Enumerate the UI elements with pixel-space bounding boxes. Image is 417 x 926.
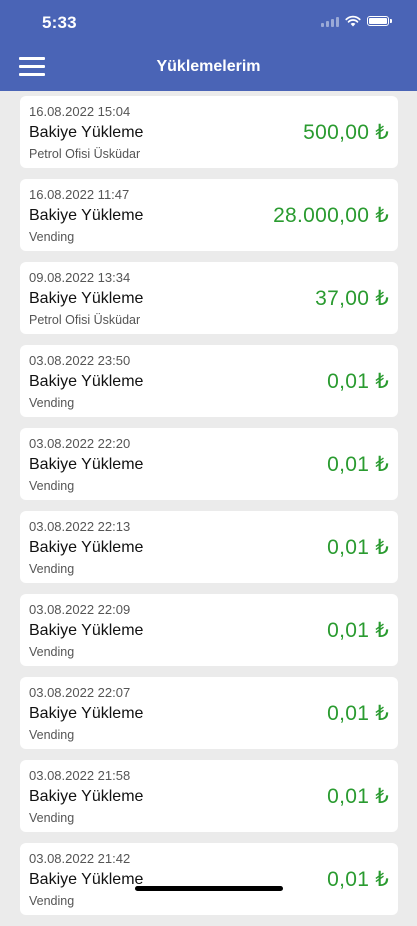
- transaction-type: Bakiye Yükleme: [29, 290, 144, 307]
- transaction-date: 03.08.2022 22:09: [29, 602, 131, 617]
- home-indicator: [135, 886, 283, 891]
- transaction-location: Vending: [29, 894, 75, 908]
- transaction-location: Vending: [29, 562, 75, 576]
- transaction-card[interactable]: 09.08.2022 13:34 Bakiye Yükleme Petrol Ofi…: [20, 262, 398, 334]
- transaction-date: 03.08.2022 22:20: [29, 436, 131, 451]
- transaction-date: 03.08.2022 21:58: [29, 768, 131, 783]
- transaction-date: 16.08.2022 15:04: [29, 104, 131, 119]
- transaction-date: 03.08.2022 23:50: [29, 353, 131, 368]
- transaction-location: Vending: [29, 645, 75, 659]
- transaction-card[interactable]: 03.08.2022 22:09 Bakiye Yükleme Vending 0,0…: [20, 594, 398, 666]
- transaction-card[interactable]: 03.08.2022 23:50 Bakiye Yükleme Vending 0,0…: [20, 345, 398, 417]
- transaction-card[interactable]: 03.08.2022 22:07 Bakiye Yükleme Vending 0,0…: [20, 677, 398, 749]
- transaction-card[interactable]: 03.08.2022 22:20 Bakiye Yükleme Vending 0,0…: [20, 428, 398, 500]
- battery-icon: [367, 16, 392, 26]
- page-title: Yüklemelerim: [156, 58, 261, 75]
- transaction-location: Vending: [29, 479, 75, 493]
- status-time: 5:33: [42, 13, 77, 32]
- transaction-amount: 0,01 ₺: [327, 868, 389, 891]
- transaction-date: 03.08.2022 22:07: [29, 685, 131, 700]
- transaction-type: Bakiye Yükleme: [29, 539, 144, 556]
- transaction-card[interactable]: 03.08.2022 21:42 Bakiye Yükleme Vending 0,0…: [20, 843, 398, 915]
- transaction-amount: 37,00 ₺: [315, 287, 389, 310]
- transaction-amount: 0,01 ₺: [327, 619, 389, 642]
- transaction-date: 09.08.2022 13:34: [29, 270, 131, 285]
- transaction-location: Vending: [29, 811, 75, 825]
- transaction-type: Bakiye Yükleme: [29, 705, 144, 722]
- transaction-amount: 0,01 ₺: [327, 536, 389, 559]
- transaction-amount: 0,01 ₺: [327, 453, 389, 476]
- transaction-location: Vending: [29, 728, 75, 742]
- wifi-icon: [345, 15, 361, 27]
- transaction-type: Bakiye Yükleme: [29, 207, 144, 224]
- transaction-type: Bakiye Yükleme: [29, 124, 144, 141]
- transaction-amount: 28.000,00 ₺: [273, 204, 389, 227]
- signal-icon: [321, 16, 339, 27]
- transaction-amount: 0,01 ₺: [327, 370, 389, 393]
- transaction-date: 03.08.2022 22:13: [29, 519, 131, 534]
- app-header: 5:33 Yüklemelerim: [0, 0, 417, 91]
- transaction-location: Vending: [29, 230, 75, 244]
- transaction-location: Petrol Ofisi Üsküdar: [29, 147, 141, 161]
- transaction-card[interactable]: 03.08.2022 21:58 Bakiye Yükleme Vending 0,0…: [20, 760, 398, 832]
- transaction-date: 16.08.2022 11:47: [29, 187, 130, 202]
- transaction-location: Petrol Ofisi Üsküdar: [29, 313, 141, 327]
- transaction-location: Vending: [29, 396, 75, 410]
- transaction-card[interactable]: 16.08.2022 15:04 Bakiye Yükleme Petrol Ofi…: [20, 96, 398, 168]
- transaction-list: 16.08.2022 15:04 Bakiye Yükleme Petrol Ofi…: [20, 96, 398, 926]
- transaction-type: Bakiye Yükleme: [29, 622, 144, 639]
- transaction-amount: 0,01 ₺: [327, 702, 389, 725]
- transaction-type: Bakiye Yükleme: [29, 871, 144, 888]
- transaction-card[interactable]: 03.08.2022 22:13 Bakiye Yükleme Vending 0,0…: [20, 511, 398, 583]
- transaction-amount: 500,00 ₺: [303, 121, 389, 144]
- transaction-type: Bakiye Yükleme: [29, 456, 144, 473]
- transaction-amount: 0,01 ₺: [327, 785, 389, 808]
- transaction-type: Bakiye Yükleme: [29, 788, 144, 805]
- transaction-type: Bakiye Yükleme: [29, 373, 144, 390]
- status-icons: [321, 15, 392, 27]
- transaction-date: 03.08.2022 21:42: [29, 851, 131, 866]
- transaction-card[interactable]: 16.08.2022 11:47 Bakiye Yükleme Vending 28.…: [20, 179, 398, 251]
